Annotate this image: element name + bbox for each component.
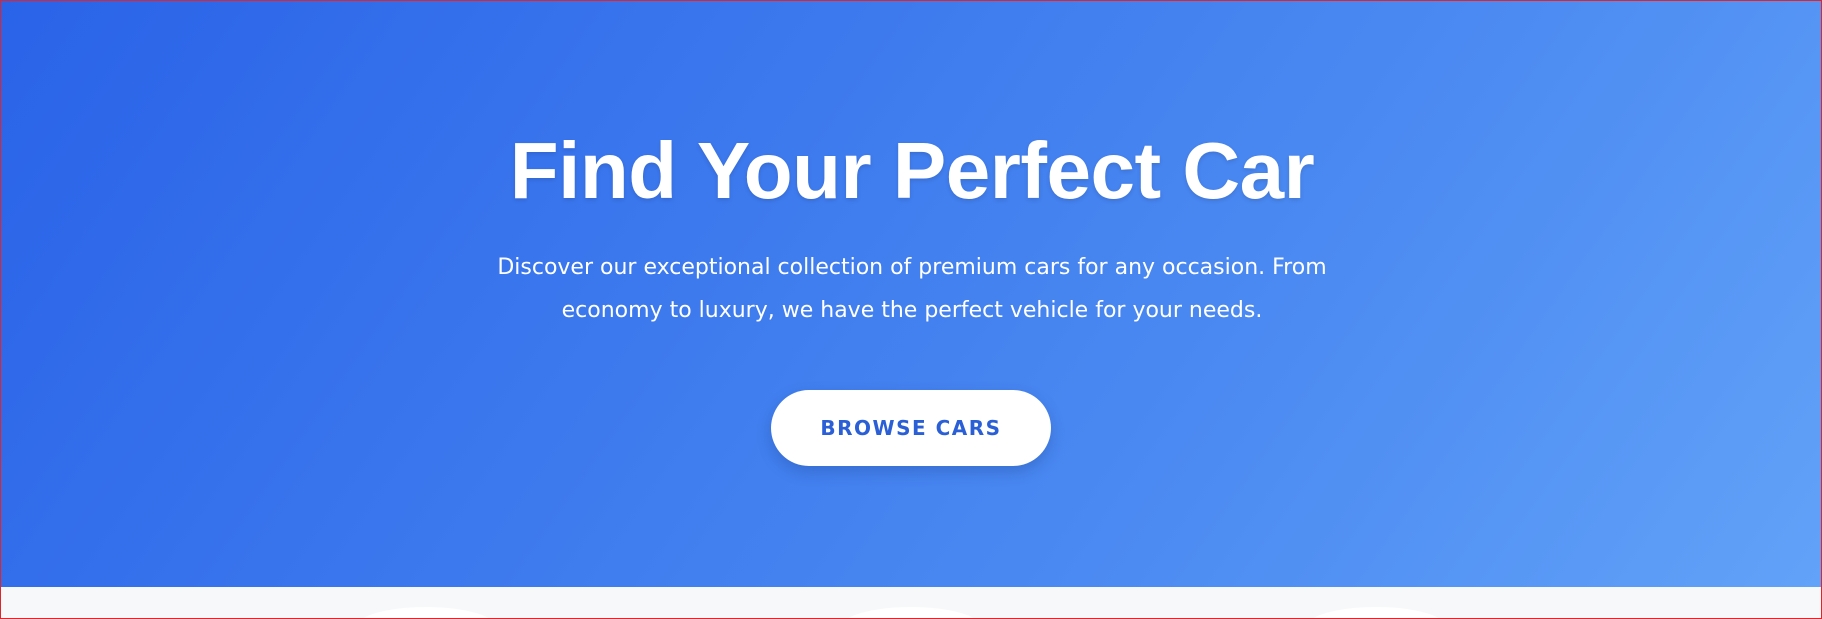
hero-subtitle: Discover our exceptional collection of p… [497,255,1327,323]
hero-title: Find Your Perfect Car [509,126,1315,215]
next-section [1,587,1821,618]
decorative-wave [1306,607,1446,618]
decorative-wave [841,607,981,618]
hero-section: Find Your Perfect Car Discover our excep… [1,1,1821,587]
browse-cars-button[interactable]: BROWSE CARS [771,390,1051,466]
page-frame: Find Your Perfect Car Discover our excep… [0,0,1822,619]
decorative-wave [356,607,496,618]
